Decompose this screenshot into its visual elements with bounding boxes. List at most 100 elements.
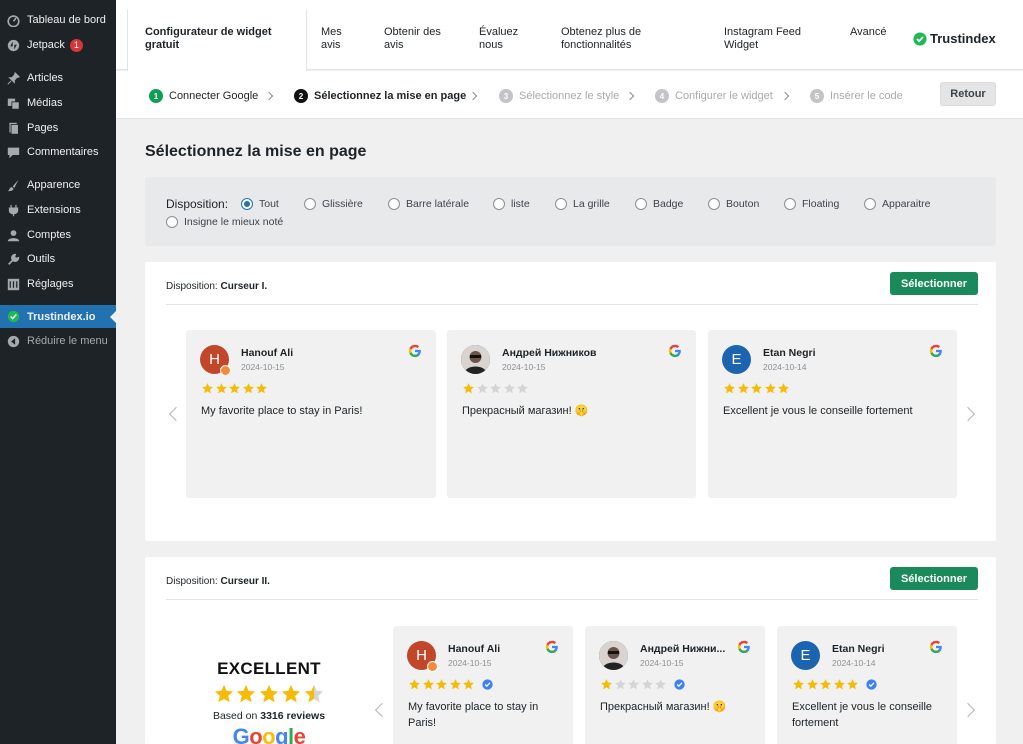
step-number: 5 bbox=[810, 89, 824, 103]
radio-dot bbox=[304, 198, 316, 210]
wrench-icon bbox=[7, 253, 20, 266]
step-select-layout[interactable]: 2 Sélectionnez la mise en page bbox=[294, 89, 466, 103]
review-date: 2024-10-15 bbox=[640, 658, 684, 668]
filter-option-floating[interactable]: Floating bbox=[784, 198, 839, 210]
star-icon bbox=[601, 679, 612, 690]
star-rating bbox=[201, 382, 269, 395]
avatar: H bbox=[407, 641, 438, 672]
star-icon bbox=[436, 679, 447, 690]
step-connect-google[interactable]: 1 Connecter Google bbox=[149, 89, 258, 103]
review-text: Excellent je vous le conseille fortement bbox=[792, 701, 933, 729]
sidebar-item-label: Trustindex.io bbox=[27, 310, 96, 323]
radio-dot bbox=[708, 198, 720, 210]
filter-option-button[interactable]: Bouton bbox=[708, 198, 759, 210]
star-rating bbox=[462, 382, 530, 395]
star-icon bbox=[215, 383, 227, 394]
tab-advanced[interactable]: Avancé bbox=[850, 0, 887, 70]
carousel-prev-arrow[interactable] bbox=[168, 406, 184, 422]
avatar-initial: H bbox=[209, 351, 220, 368]
review-count: Based on 3316 reviews bbox=[195, 710, 343, 722]
sidebar-item-dashboard[interactable]: Tableau de bord bbox=[0, 9, 116, 31]
sidebar-item-label: Jetpack bbox=[27, 39, 65, 51]
star-icon bbox=[628, 679, 639, 690]
sidebar-item-tools[interactable]: Outils bbox=[0, 248, 116, 270]
radio-label: liste bbox=[511, 198, 530, 210]
radio-label: Bouton bbox=[726, 198, 760, 210]
tab-label-line2: fonctionnalités bbox=[561, 39, 632, 51]
sidebar-item-comments[interactable]: Commentaires bbox=[0, 141, 116, 163]
filter-option-slider[interactable]: Glissière bbox=[304, 198, 363, 210]
tab-more-features[interactable]: Obtenez plus de fonctionnalités bbox=[561, 0, 641, 70]
tab-instagram-feed[interactable]: Instagram Feed Widget bbox=[724, 0, 801, 70]
sidebar-item-settings[interactable]: Réglages bbox=[0, 273, 116, 295]
sidebar-item-pages[interactable]: Pages bbox=[0, 117, 116, 139]
tab-widget-configurator[interactable]: Configurateur de widget gratuit bbox=[127, 10, 307, 80]
filter-option-popup[interactable]: Apparaitre bbox=[864, 198, 930, 210]
carousel-prev-arrow[interactable] bbox=[374, 702, 390, 718]
google-icon bbox=[929, 640, 942, 654]
layout-panel-slider-2: Disposition: Curseur II. Sélectionner EX… bbox=[145, 557, 996, 744]
user-icon bbox=[7, 229, 20, 242]
sidebar-item-appearance[interactable]: Apparence bbox=[0, 174, 116, 196]
select-layout-button[interactable]: Sélectionner bbox=[889, 272, 978, 295]
plugin-tab-bar: Configurateur de widget gratuit Mes avis… bbox=[116, 0, 1023, 80]
filter-option-badge[interactable]: Badge bbox=[635, 198, 683, 210]
radio-dot bbox=[241, 198, 253, 210]
star-icon bbox=[304, 684, 323, 703]
filter-option-list[interactable]: liste bbox=[493, 198, 530, 210]
filter-option-sidebar[interactable]: Barre latérale bbox=[388, 198, 469, 210]
tab-my-reviews[interactable]: Mes avis bbox=[321, 0, 342, 70]
star-icon bbox=[422, 679, 434, 690]
reviewer-name: Андрей Нижников bbox=[502, 347, 597, 359]
sidebar-item-plugins[interactable]: Extensions bbox=[0, 199, 116, 221]
reviewer-name: Hanouf Ali bbox=[448, 643, 501, 655]
filter-option-all[interactable]: Tout bbox=[241, 198, 279, 210]
wizard-steps: 1 Connecter Google 2 Sélectionnez la mis… bbox=[116, 71, 1023, 119]
sidebar-item-jetpack[interactable]: Jetpack 1 bbox=[0, 34, 116, 56]
tab-rate-us[interactable]: Évaluez nous bbox=[479, 0, 518, 70]
avatar bbox=[599, 641, 628, 670]
summary-star-rating bbox=[195, 683, 343, 705]
filter-option-grid[interactable]: La grille bbox=[555, 198, 610, 210]
avatar-photo bbox=[461, 345, 490, 374]
tab-get-reviews[interactable]: Obtenir des avis bbox=[384, 0, 441, 70]
back-button[interactable]: Retour bbox=[940, 82, 996, 106]
review-count-value: 3316 reviews bbox=[260, 710, 326, 722]
step-select-style: 3 Sélectionnez le style bbox=[499, 89, 619, 103]
sidebar-item-label: Extensions bbox=[27, 204, 81, 216]
collapse-menu-button[interactable]: Réduire le menu bbox=[0, 330, 116, 352]
star-icon bbox=[490, 383, 501, 394]
star-icon bbox=[282, 684, 301, 703]
star-icon bbox=[259, 684, 278, 703]
radio-dot bbox=[784, 198, 796, 210]
star-icon bbox=[847, 679, 858, 690]
sidebar-item-articles[interactable]: Articles bbox=[0, 67, 116, 89]
layout-prefix: Disposition: bbox=[166, 281, 218, 292]
sidebar-item-users[interactable]: Comptes bbox=[0, 224, 116, 246]
carousel-next-arrow[interactable] bbox=[960, 702, 976, 718]
collapse-icon bbox=[7, 335, 20, 348]
sidebar-item-trustindex[interactable]: Trustindex.io bbox=[0, 305, 116, 328]
step-number: 3 bbox=[499, 89, 513, 103]
radio-dot bbox=[388, 198, 400, 210]
brush-icon bbox=[7, 179, 20, 192]
reviewer-name: Etan Negri bbox=[763, 347, 816, 359]
step-label: Sélectionnez le style bbox=[519, 90, 620, 102]
radio-label: Apparaitre bbox=[882, 198, 931, 210]
tab-label-line2: avis bbox=[384, 39, 404, 51]
star-icon bbox=[614, 679, 626, 690]
update-count-badge: 1 bbox=[69, 38, 83, 52]
layout-prefix: Disposition: bbox=[166, 576, 218, 587]
reviewer-name: Hanouf Ali bbox=[241, 347, 294, 359]
star-icon bbox=[409, 679, 420, 690]
sidebar-item-media[interactable]: Médias bbox=[0, 92, 116, 114]
radio-label: Glissière bbox=[322, 198, 363, 210]
carousel-next-arrow[interactable] bbox=[960, 406, 976, 422]
sidebar-item-label: Apparence bbox=[27, 179, 81, 191]
reviewer-badge-icon bbox=[427, 661, 438, 672]
filter-option-top-rated-badge[interactable]: Insigne le mieux noté bbox=[166, 216, 283, 228]
radio-label: Barre latérale bbox=[406, 198, 470, 210]
select-layout-button[interactable]: Sélectionner bbox=[889, 567, 978, 590]
verified-icon bbox=[481, 679, 493, 690]
divider bbox=[166, 304, 978, 305]
